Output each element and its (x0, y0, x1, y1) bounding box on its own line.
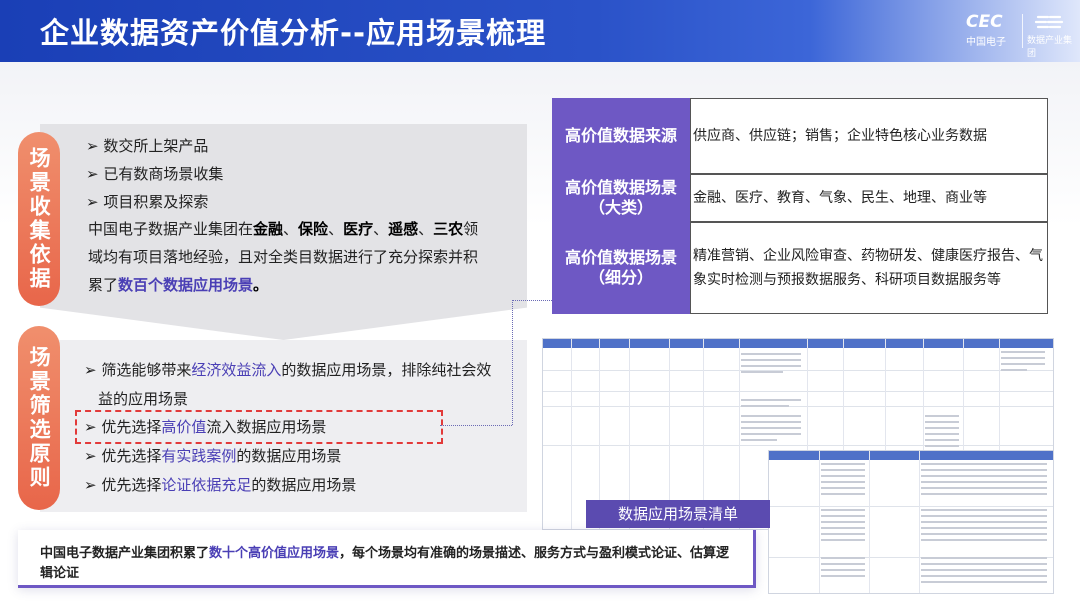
para-highlight: 数百个数据应用场景 (118, 276, 254, 294)
scenario-sheet-front (768, 450, 1054, 594)
filter-text: 的数据应用场景 (251, 476, 357, 494)
table-label-category: 高价值数据场景 （大类） (552, 174, 690, 222)
para-bold: 保险 (298, 220, 329, 238)
connector-line (512, 300, 552, 301)
para-sep: 、 (418, 220, 434, 238)
filter-highlight: 高价值 (161, 418, 207, 436)
filter-item-1: ➢ 筛选能够带来经济效益流入的数据应用场景，排除纯社会效 (84, 359, 491, 380)
para-bold: 金融 (253, 220, 284, 238)
sheet-column (819, 451, 820, 593)
data-group-logo-subtitle: 数据产业集团 (1027, 36, 1073, 59)
filter-item-4: ➢ 优先选择论证依据充足的数据应用场景 (84, 474, 356, 495)
filter-highlight: 论证依据充足 (161, 476, 252, 494)
logo-divider (1022, 14, 1023, 48)
sheet-cell-text (921, 463, 1047, 499)
para-bold: 医疗 (343, 220, 374, 238)
data-group-logo-icon (1034, 15, 1064, 29)
para-text: 。 (253, 276, 269, 294)
filter-item-3: ➢ 优先选择有实践案例的数据应用场景 (84, 445, 341, 466)
para-text: 中国电子数据产业集团在 (88, 220, 254, 238)
filter-text: 益的应用场景 (98, 390, 189, 408)
para-bold: 遥感 (388, 220, 419, 238)
table-value-subcategory: 精准营销、企业风险审查、药物研发、健康医疗报告、气象实时检测与预报数据服务、科研… (690, 222, 1048, 314)
table-label-subcategory: 高价值数据场景 （细分） (552, 222, 690, 314)
filter-text: ➢ 优先选择 (84, 418, 162, 436)
para-sep: 、 (373, 220, 389, 238)
sheet-cell-text (925, 415, 959, 451)
sheet-cell-text (741, 353, 801, 377)
filter-text: 流入数据应用场景 (206, 418, 327, 436)
collect-basis-pill: 场景收集依据 (18, 132, 60, 306)
sheet-header (543, 339, 1053, 348)
page-title: 企业数据资产价值分析--应用场景梳理 (40, 16, 547, 50)
sheet-cell-text (921, 509, 1047, 545)
filter-text: ➢ 优先选择 (84, 476, 162, 494)
collect-basis-pill-label: 场景收集依据 (27, 147, 52, 291)
sheet-column (919, 451, 920, 593)
filter-principle-pill-label: 场景筛选原则 (27, 346, 52, 490)
collect-bullet-2: ➢ 已有数商场景收集 (86, 165, 224, 183)
table-label-source: 高价值数据来源 (552, 98, 690, 174)
table-value-category: 金融、医疗、教育、气象、民生、地理、商业等 (690, 174, 1048, 222)
collect-bullet-3: ➢ 项目积累及探索 (86, 193, 209, 211)
para-text: 累了 (88, 276, 119, 294)
summary-highlight: 数十个高价值应用场景 (209, 546, 340, 561)
sheet-cell-text (821, 463, 865, 499)
filter-text: 的数据应用场景，排除纯社会效 (281, 361, 492, 379)
sheet-cell-text (741, 399, 801, 411)
sheet-cell-text (1001, 351, 1045, 375)
cec-logo-subtitle: 中国电子 (966, 37, 1006, 48)
para-bold: 三农 (433, 220, 464, 238)
cec-logo: CEC (966, 12, 1003, 32)
filter-item-2: ➢ 优先选择高价值流入数据应用场景 (84, 416, 326, 437)
summary-text-part: 中国电子数据产业集团积累了 (40, 546, 210, 561)
collect-paragraph-line-2: 域均有项目落地经验，且对全类目数据进行了充分探索并积 (88, 248, 479, 266)
connector-line (512, 300, 513, 425)
collect-paragraph-line-1: 中国电子数据产业集团在金融、保险、医疗、遥感、三农领 (88, 215, 518, 243)
sheet-cell-text (921, 557, 1047, 587)
sheet-cell-text (741, 415, 801, 445)
filter-text: ➢ 优先选择 (84, 447, 162, 465)
collect-paragraph: 中国电子数据产业集团在金融、保险、医疗、遥感、三农领 域均有项目落地经验，且对全… (88, 215, 518, 299)
sheet-column (869, 451, 870, 593)
connector-line (440, 425, 512, 426)
scenario-list-caption: 数据应用场景清单 (586, 500, 770, 528)
sheet-cell-text (821, 557, 865, 581)
filter-highlight: 经济效益流入 (191, 361, 282, 379)
filter-highlight: 有实践案例 (161, 447, 237, 465)
header-bar: 企业数据资产价值分析--应用场景梳理 CEC 中国电子 数据产业集团 (0, 0, 1080, 62)
collect-bullet-1: ➢ 数交所上架产品 (86, 137, 209, 155)
filter-principle-pill: 场景筛选原则 (18, 326, 60, 510)
para-text: 领 (463, 220, 479, 238)
filter-text: 的数据应用场景 (236, 447, 342, 465)
filter-text: ➢ 筛选能够带来 (84, 361, 192, 379)
sheet-cell-text (821, 509, 865, 545)
filter-item-1-cont: 益的应用场景 (98, 388, 188, 409)
sheet-column (571, 339, 572, 529)
summary-text: 中国电子数据产业集团积累了数十个高价值应用场景，每个场景均有准确的场景描述、服务… (40, 544, 740, 584)
collect-paragraph-line-3: 累了数百个数据应用场景。 (88, 271, 518, 299)
para-sep: 、 (328, 220, 344, 238)
table-value-source: 供应商、供应链；销售；企业特色核心业务数据 (690, 98, 1048, 174)
sheet-header (769, 451, 1053, 460)
para-sep: 、 (283, 220, 299, 238)
